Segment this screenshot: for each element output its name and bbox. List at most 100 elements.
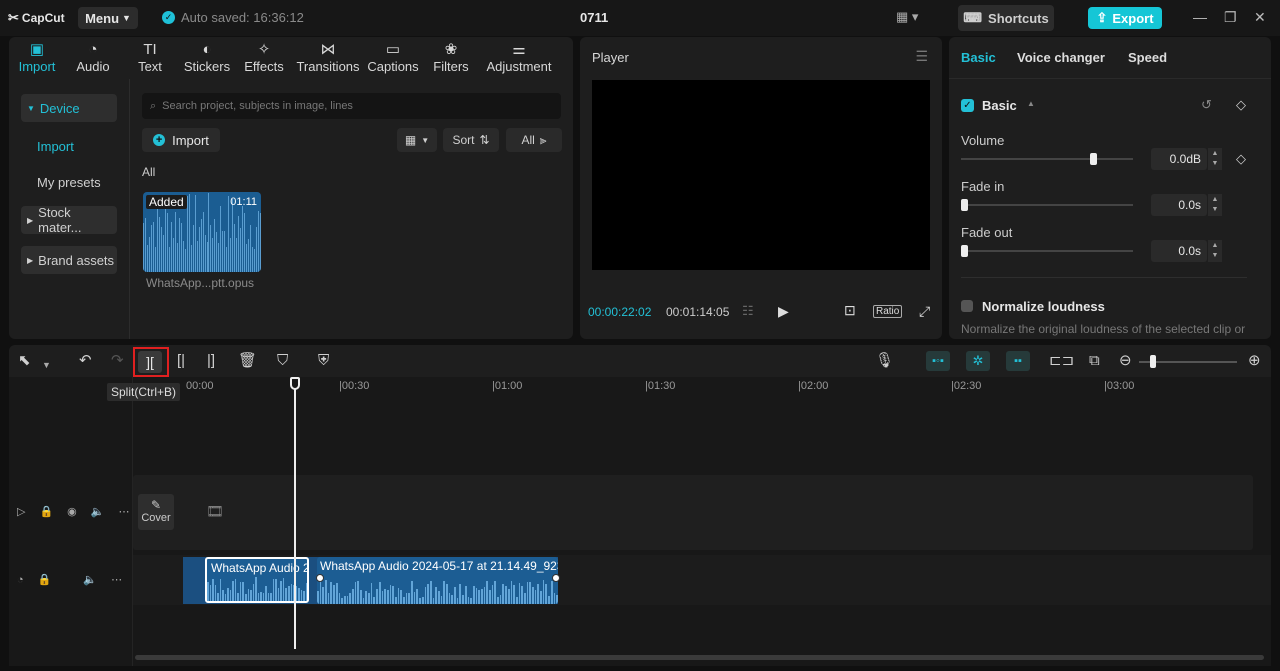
horizontal-scrollbar[interactable] <box>135 655 1264 660</box>
zoom-in-icon[interactable]: ⊕ <box>1248 352 1261 370</box>
timecode-grid-icon[interactable]: ☷ <box>742 303 754 319</box>
tab-stickers[interactable]: ◐ Stickers <box>179 37 235 79</box>
search-icon: ⌕ <box>150 99 157 112</box>
collapse-icon[interactable]: ▲ <box>1027 99 1035 108</box>
audio-track-icon[interactable]: ◔ <box>17 574 24 586</box>
normalize-checkbox[interactable] <box>961 300 973 312</box>
volume-stepper-icon[interactable]: ▲ ▼ <box>1208 148 1222 170</box>
delete-icon[interactable]: 🗑 <box>238 352 257 370</box>
microphone-icon[interactable]: 🎙 <box>875 352 894 370</box>
search-input[interactable]: ⌕ Search project, subjects in image, lin… <box>142 93 561 119</box>
reset-icon[interactable]: ↺ <box>1201 97 1212 113</box>
maximize-icon[interactable]: ❐ <box>1224 9 1237 26</box>
audio-clip[interactable]: WhatsApp Audio 2024-05-17 at 21.14.49_92… <box>317 557 558 604</box>
layout-icon[interactable]: ▦ ▾ <box>896 9 918 25</box>
minimize-icon[interactable]: — <box>1193 9 1207 25</box>
volume-keyframe-icon[interactable]: ◇ <box>1236 151 1246 167</box>
time-ruler[interactable]: 00:00 |00:30 |01:00 |01:30 |02:00 |02:30 |03:0… <box>133 377 1271 397</box>
view-mode-button[interactable]: ▦ ▼ <box>397 128 437 152</box>
undo-icon[interactable]: ↶ <box>79 352 92 370</box>
fade-in-value-field[interactable]: 0.0s <box>1151 194 1207 216</box>
fade-handle-left[interactable] <box>316 574 324 582</box>
sidebar-item-import[interactable]: Import <box>21 132 117 160</box>
hamburger-icon[interactable]: ☰ <box>915 48 928 65</box>
mark-icon[interactable]: ⛉ <box>277 352 288 370</box>
project-title[interactable]: 0711 <box>580 10 608 25</box>
fade-handle-right[interactable] <box>552 574 560 582</box>
fade-in-stepper-icon[interactable]: ▲ ▼ <box>1208 194 1222 216</box>
split-left-icon[interactable]: [| <box>177 352 185 370</box>
eye-icon[interactable]: ◉ <box>67 505 77 518</box>
sidebar-item-device[interactable]: ▼ Device <box>21 94 117 122</box>
sidebar-item-brand-assets[interactable]: ▶ Brand assets <box>21 246 117 274</box>
fade-out-handle[interactable] <box>961 245 968 257</box>
waveform-bar <box>556 594 558 604</box>
media-clip-thumbnail[interactable]: Added 01:11 <box>143 192 261 272</box>
tab-text[interactable]: TI Text <box>121 37 179 79</box>
basic-checkbox[interactable]: ✓ <box>961 99 974 112</box>
more-icon[interactable]: ⋯ <box>111 573 122 586</box>
zoom-slider-handle[interactable] <box>1150 355 1156 368</box>
fade-in-handle[interactable] <box>961 199 968 211</box>
video-track[interactable] <box>133 475 1253 550</box>
speaker-icon[interactable]: 🔈 <box>91 505 105 518</box>
tab-audio[interactable]: ◔ Audio <box>65 37 121 79</box>
video-track-icon[interactable]: ▷ <box>17 505 25 518</box>
tab-captions[interactable]: ▭ Captions <box>363 37 423 79</box>
fade-out-slider[interactable] <box>961 250 1133 252</box>
tab-transitions[interactable]: ⋈ Transitions <box>293 37 363 79</box>
export-button[interactable]: ⇪ Export <box>1088 7 1162 29</box>
sidebar-item-stock[interactable]: ▶ Stock mater... <box>21 205 117 235</box>
split-icon[interactable]: ][ <box>138 351 162 373</box>
tab-speed[interactable]: Speed <box>1128 50 1167 65</box>
waveform-bar <box>186 195 188 272</box>
menu-button[interactable]: Menu ▼ <box>78 7 138 29</box>
tab-import[interactable]: ▣ Import <box>9 37 65 79</box>
tab-voice-changer[interactable]: Voice changer <box>1017 50 1105 65</box>
waveform-bar <box>196 240 198 272</box>
waveform-bar <box>357 581 359 604</box>
chevron-down-icon[interactable]: ▼ <box>42 356 51 374</box>
zoom-out-icon[interactable]: ⊖ <box>1119 352 1132 370</box>
split-right-icon[interactable]: |] <box>207 352 215 370</box>
ratio-button[interactable]: Ratio <box>873 305 903 318</box>
tab-basic[interactable]: Basic <box>961 50 996 65</box>
preview-axis-icon[interactable]: ⧉ <box>1089 352 1100 370</box>
filter-all-button[interactable]: All ⫸ <box>506 128 562 152</box>
more-icon[interactable]: ⋯ <box>118 505 129 518</box>
sort-button[interactable]: Sort ⇅ <box>443 128 499 152</box>
waveform-bar <box>247 589 250 601</box>
auto-snap-icon[interactable]: ✲ <box>966 351 990 371</box>
fade-in-slider[interactable] <box>961 204 1133 206</box>
tab-filters[interactable]: ❀ Filters <box>423 37 479 79</box>
fade-out-stepper-icon[interactable]: ▲ ▼ <box>1208 240 1222 262</box>
volume-slider[interactable] <box>961 158 1133 160</box>
lock-icon[interactable]: 🔒 <box>39 505 53 518</box>
play-icon[interactable]: ▶ <box>778 303 789 320</box>
waveform-bar <box>529 582 531 604</box>
import-button[interactable]: + Import <box>142 128 220 152</box>
expand-icon[interactable]: ⤢ <box>919 303 930 320</box>
select-cursor-icon[interactable]: ⬉ <box>18 352 31 370</box>
playhead[interactable] <box>294 377 296 649</box>
sidebar-item-my-presets[interactable]: My presets <box>21 168 117 196</box>
video-preview[interactable] <box>592 80 930 270</box>
playhead-handle[interactable] <box>290 377 300 390</box>
volume-value-field[interactable]: 0.0dB <box>1151 148 1207 170</box>
main-track-magnet-icon[interactable]: ▪◦▪ <box>926 351 950 371</box>
keyframe-icon[interactable]: ◇ <box>1236 97 1246 113</box>
tab-effects[interactable]: ✧ Effects <box>235 37 293 79</box>
close-icon[interactable]: ✕ <box>1254 9 1266 26</box>
volume-slider-handle[interactable] <box>1090 153 1098 165</box>
cover-button[interactable]: ✎ Cover <box>138 494 174 530</box>
linkage-icon[interactable]: ▪▪ <box>1006 351 1030 371</box>
shortcuts-button[interactable]: ⌨ Shortcuts <box>958 5 1054 31</box>
redo-icon[interactable]: ↷ <box>111 352 124 370</box>
fade-out-value-field[interactable]: 0.0s <box>1151 240 1207 262</box>
lock-icon[interactable]: 🔒 <box>38 573 52 586</box>
fullscreen-crop-icon[interactable]: ⊡ <box>844 302 856 319</box>
shield-icon[interactable]: ⛨ <box>318 352 329 370</box>
tab-adjustment[interactable]: ⚌ Adjustment <box>479 37 559 79</box>
speaker-icon[interactable]: 🔈 <box>83 573 97 586</box>
align-icon[interactable]: ⊏⊐ <box>1049 352 1074 370</box>
